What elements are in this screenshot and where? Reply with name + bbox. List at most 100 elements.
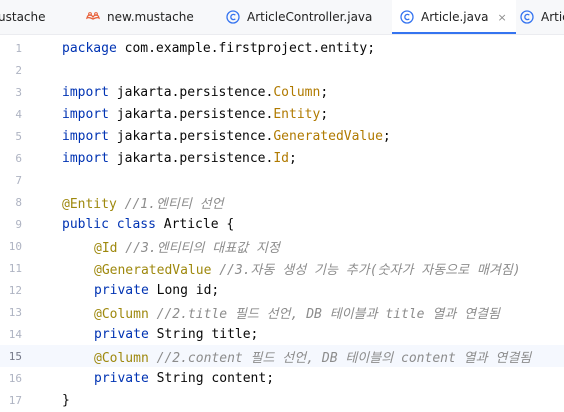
code-text: @Column //2.content 필드 선언, DB 테이블의 conte… [62,347,531,366]
tab-new-mustache[interactable]: new.mustache [86,0,206,34]
class-declaration: Article { [155,216,235,232]
line-number: 13 [8,305,22,319]
code-text: @Column //2.title 필드 선언, DB 테이블과 title 열… [62,303,500,322]
line-number: 2 [15,63,22,77]
line-number: 10 [8,239,22,253]
field-declaration: String title; [148,326,259,342]
line-number: 14 [8,327,22,341]
line-number: 12 [8,283,22,297]
tab-label: ustache [0,10,46,24]
code-text: import jakarta.persistence.Entity; [62,107,328,122]
keyword: private [94,370,149,386]
keyword: private [94,326,149,342]
tab-label: new.mustache [107,10,194,24]
code-line: 11 @GeneratedValue //3.자동 생성 기능 추가(숫자가 자… [0,257,564,279]
code-text: public class Article { [62,217,234,232]
code-line: 14 private String title; [0,323,564,345]
comment: //3.자동 생성 기능 추가(숫자가 자동으로 매겨짐) [211,262,521,278]
code-line: 12 private Long id; [0,279,564,301]
keyword: import [62,84,109,100]
code-line: 10 @Id //3.엔티티의 대표값 지정 [0,235,564,257]
semicolon: ; [289,150,297,166]
keyword: import [62,150,109,166]
import-package: jakarta.persistence. [108,150,274,166]
code-text: @Id //3.엔티티의 대표값 지정 [62,237,280,256]
annotation: @Column [94,350,149,366]
tab-label: ArticleController.java [247,10,373,24]
tab-label: Artic [541,10,564,24]
package-name: com.example.firstproject.entity; [116,40,376,56]
code-editor[interactable]: 1 package com.example.firstproject.entit… [0,35,564,412]
code-text: import jakarta.persistence.Column; [62,85,328,100]
code-line: 13 @Column //2.title 필드 선언, DB 테이블과 titl… [0,301,564,323]
code-line: 5 import jakarta.persistence.GeneratedVa… [0,125,564,147]
code-line: 2 [0,59,564,81]
line-number: 6 [15,151,22,165]
annotation: @GeneratedValue [94,262,212,278]
keyword: import [62,106,109,122]
annotation: @Entity [62,196,117,212]
line-number: 15 [8,349,22,363]
tab-article-controller[interactable]: ArticleController.java [226,0,394,34]
java-class-icon [226,10,240,24]
code-line-current: 15 @Column //2.content 필드 선언, DB 테이블의 co… [0,345,564,367]
line-number: 1 [15,41,22,55]
comment: //1.엔티티 선언 [116,196,224,212]
line-number: 9 [15,217,22,231]
code-text: private Long id; [62,283,219,298]
line-number: 7 [15,173,22,187]
code-line: 1 package com.example.firstproject.entit… [0,37,564,59]
comment: //2.title 필드 선언, DB 테이블과 title 열과 연결됨 [148,306,500,322]
code-text: private String content; [62,371,274,386]
editor-tab-bar: ustache new.mustache ArticleController.j… [0,0,564,35]
comment: //3.엔티티의 대표값 지정 [117,240,280,256]
code-line: 8 @Entity //1.엔티티 선언 [0,191,564,213]
field-declaration: Long id; [148,282,220,298]
code-line: 17 } [0,389,564,411]
close-tab-icon[interactable]: × [497,11,506,24]
keyword: package [62,40,117,56]
line-number: 5 [15,129,22,143]
comment: //2.content 필드 선언, DB 테이블의 content 열과 연결… [148,350,532,366]
code-line: 9 public class Article { [0,213,564,235]
code-text: @Entity //1.엔티티 선언 [62,193,224,212]
line-number: 16 [8,371,22,385]
keyword: private [94,282,149,298]
code-text: } [62,393,70,408]
code-line: 3 import jakarta.persistence.Column; [0,81,564,103]
line-number: 17 [8,393,22,407]
import-class: Entity [273,106,321,122]
closing-brace: } [62,392,70,408]
tab-mustache-partial[interactable]: ustache [0,0,68,34]
import-class: Column [273,84,321,100]
semicolon: ; [382,128,391,144]
field-declaration: String content; [148,370,275,386]
code-text: import jakarta.persistence.GeneratedValu… [62,129,391,144]
line-number: 3 [15,85,22,99]
java-class-icon [520,10,534,24]
annotation: @Column [94,306,149,322]
tab-label: Article.java [421,10,489,24]
line-number: 4 [15,107,22,121]
line-number: 8 [15,195,22,209]
import-package: jakarta.persistence. [108,84,274,100]
line-number: 11 [8,261,22,275]
import-class: GeneratedValue [273,128,383,144]
tab-article-partial[interactable]: Artic [520,0,564,34]
code-text: private String title; [62,327,258,342]
code-text: import jakarta.persistence.Id; [62,151,297,166]
import-class: Id [273,150,289,166]
import-package: jakarta.persistence. [108,106,274,122]
import-package: jakarta.persistence. [108,128,274,144]
semicolon: ; [320,84,329,100]
code-text: @GeneratedValue //3.자동 생성 기능 추가(숫자가 자동으로… [62,259,521,278]
code-line: 7 [0,169,564,191]
mustache-file-icon [86,10,100,24]
code-line: 16 private String content; [0,367,564,389]
java-class-icon [400,10,414,24]
semicolon: ; [320,106,329,122]
keyword: import [62,128,109,144]
tab-article-java[interactable]: Article.java × [392,0,516,34]
code-line: 6 import jakarta.persistence.Id; [0,147,564,169]
code-line: 4 import jakarta.persistence.Entity; [0,103,564,125]
